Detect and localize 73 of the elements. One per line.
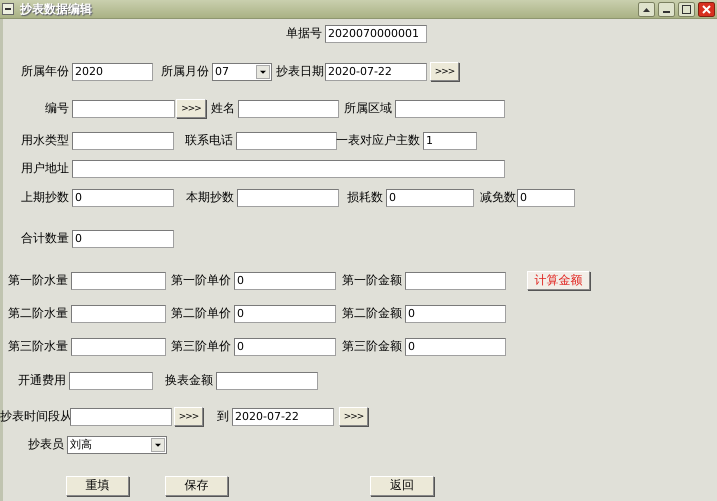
help-button[interactable] — [638, 2, 655, 16]
form-button[interactable]: 返回 — [370, 476, 434, 496]
text-field[interactable] — [395, 100, 505, 118]
text-field[interactable] — [405, 272, 506, 290]
text-field[interactable] — [72, 132, 174, 150]
text-field[interactable] — [236, 132, 337, 150]
text-field[interactable]: 0 — [72, 230, 174, 248]
field-label: 损耗数 — [346, 189, 384, 206]
text-field[interactable]: 0 — [234, 304, 336, 322]
minimize-button[interactable] — [658, 2, 675, 16]
text-field[interactable] — [237, 188, 339, 206]
field-label: 第一阶单价 — [170, 272, 232, 289]
close-button[interactable] — [698, 2, 715, 16]
text-field[interactable] — [216, 372, 318, 390]
text-field[interactable]: 0 — [405, 338, 506, 356]
field-label: 所属月份 — [160, 63, 210, 80]
field-label: 第二阶水量 — [7, 305, 69, 322]
text-field[interactable] — [72, 160, 505, 178]
text-field[interactable]: 0 — [405, 304, 506, 322]
text-field[interactable]: 2020 — [72, 62, 153, 80]
field-label: 本期抄数 — [185, 189, 235, 206]
window-title: 抄表数据编辑 — [20, 0, 93, 18]
field-label: 第一阶金额 — [341, 272, 403, 289]
field-label: 上期抄数 — [20, 189, 70, 206]
text-field[interactable]: 0 — [386, 188, 474, 206]
field-label: 所属年份 — [20, 63, 70, 80]
window-menu-icon[interactable] — [2, 3, 14, 15]
text-field[interactable] — [71, 304, 166, 322]
text-field[interactable]: 2020-07-22 — [325, 62, 427, 80]
field-label: 到 — [216, 408, 230, 425]
field-label: 抄表员 — [27, 436, 65, 453]
text-field[interactable] — [72, 100, 175, 118]
field-label: 第三阶金额 — [341, 338, 403, 355]
maximize-button[interactable] — [678, 2, 695, 16]
text-field[interactable] — [238, 100, 339, 118]
field-label: 抄表日期 — [276, 63, 325, 80]
text-field[interactable]: 2020070000001 — [325, 24, 427, 42]
field-label: 第二阶单价 — [170, 305, 232, 322]
field-label: 第三阶单价 — [170, 338, 232, 355]
text-field[interactable] — [69, 372, 153, 390]
text-field[interactable] — [71, 272, 166, 290]
field-label: 用水类型 — [20, 132, 70, 149]
text-field[interactable] — [70, 408, 172, 426]
field-label: 单据号 — [285, 25, 323, 42]
field-label: 开通费用 — [17, 372, 67, 389]
text-field[interactable]: 0 — [517, 188, 575, 206]
field-label: 联系电话 — [184, 132, 234, 149]
calculate-button[interactable]: 计算金额 — [527, 271, 590, 290]
text-field[interactable]: 2020-07-22 — [232, 408, 334, 426]
field-label: 编号 — [44, 100, 70, 117]
field-label: 换表金额 — [164, 372, 214, 389]
field-label: 第三阶水量 — [7, 338, 69, 355]
text-field[interactable]: 0 — [234, 338, 336, 356]
field-label: 所属区域 — [344, 100, 393, 117]
dropdown[interactable]: 刘高 — [67, 436, 167, 454]
text-field[interactable] — [71, 338, 166, 356]
field-label: 减免数 — [480, 189, 517, 206]
form-button[interactable]: 重填 — [66, 476, 129, 496]
field-label: 一表对应户主数 — [335, 132, 421, 149]
browse-button[interactable]: >>> — [339, 407, 368, 426]
text-field[interactable]: 0 — [72, 188, 174, 206]
field-label: 用户地址 — [20, 160, 70, 177]
browse-button[interactable]: >>> — [176, 99, 206, 118]
field-label: 第二阶金额 — [341, 305, 403, 322]
form-button[interactable]: 保存 — [165, 476, 228, 496]
text-field[interactable]: 0 — [234, 272, 336, 290]
field-label: 合计数量 — [20, 230, 70, 247]
field-label: 姓名 — [210, 100, 236, 117]
browse-button[interactable]: >>> — [174, 407, 203, 426]
dropdown[interactable]: 07 — [212, 62, 272, 80]
field-label: 第一阶水量 — [7, 272, 69, 289]
browse-button[interactable]: >>> — [430, 62, 459, 81]
text-field[interactable]: 1 — [423, 132, 477, 150]
